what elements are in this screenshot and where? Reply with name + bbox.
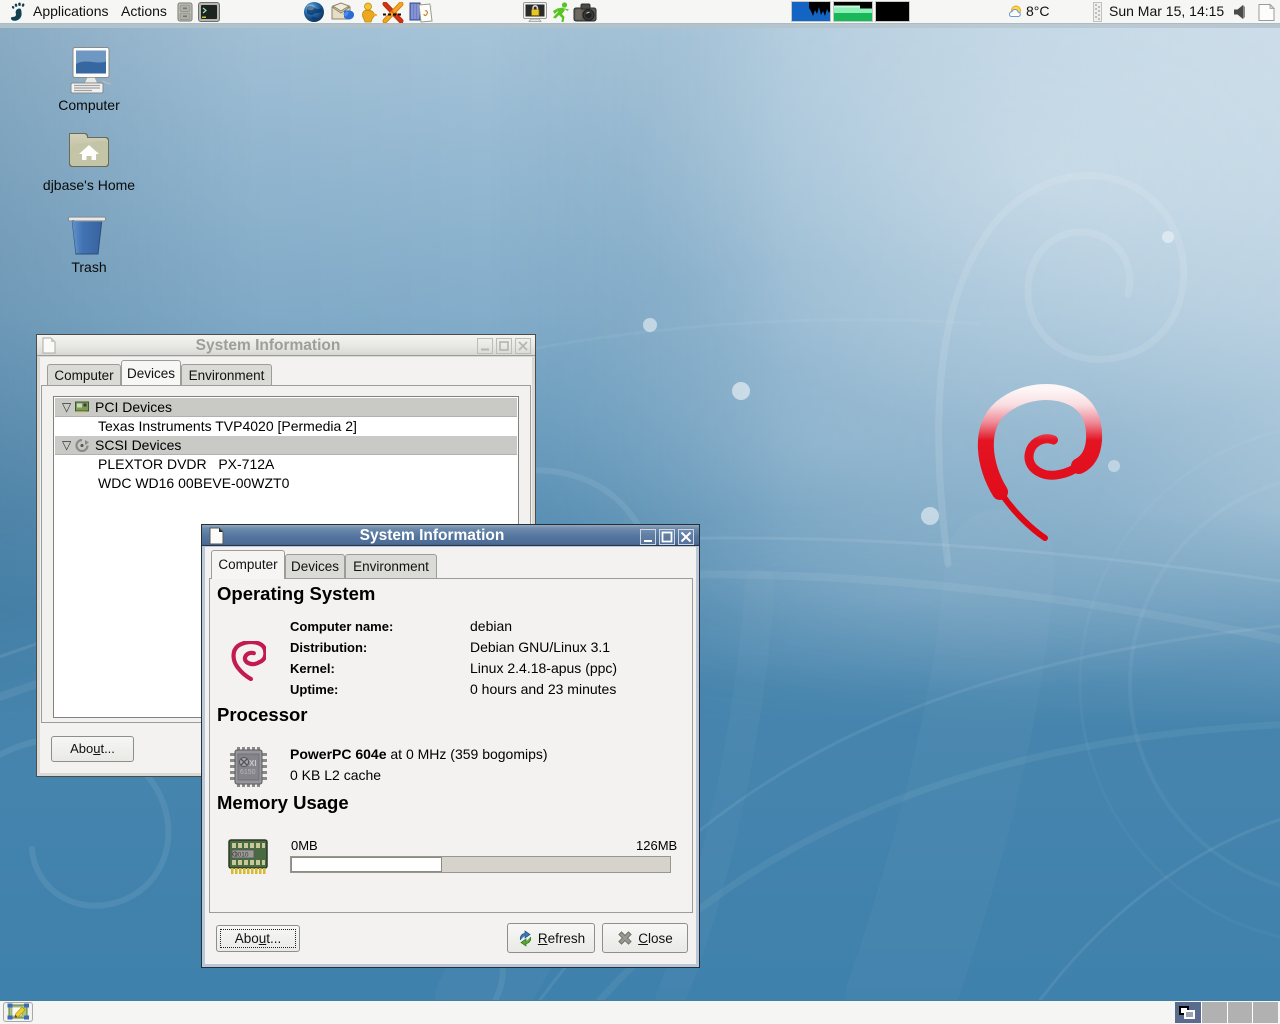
svg-text:6150: 6150 [240,769,256,776]
svg-text:XI: XI [249,759,257,768]
